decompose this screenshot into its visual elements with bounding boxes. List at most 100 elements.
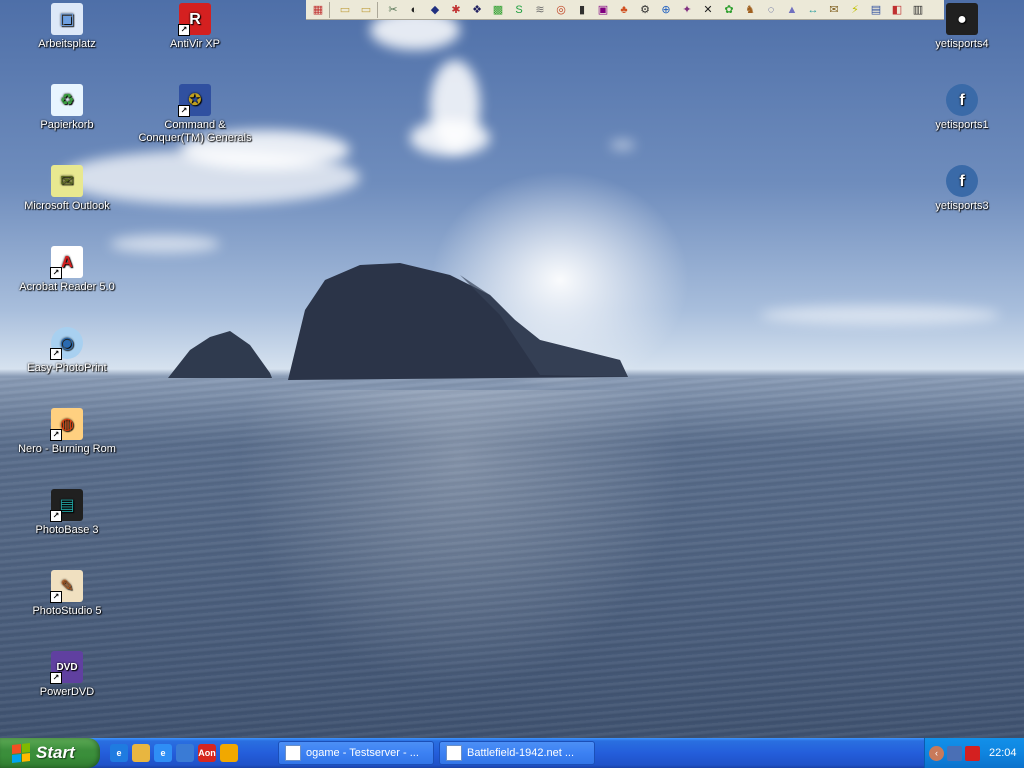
desktop-icon-label: yetisports4 — [935, 38, 989, 50]
task-ogame[interactable]: ogame - Testserver - ... — [278, 741, 434, 765]
toolbar-button[interactable]: ◆ — [425, 1, 445, 19]
desktop-icon-label: AntiVir XP — [170, 38, 220, 50]
toolbar-button[interactable]: ▮ — [572, 1, 592, 19]
media-player-icon[interactable] — [220, 744, 238, 762]
toolbar-button[interactable]: ◎ — [551, 1, 571, 19]
desktop-icon[interactable]: ✎ ↗ PhotoStudio 5 — [7, 570, 127, 618]
toolbar-button[interactable]: ❖ — [467, 1, 487, 19]
desktop-icon[interactable]: ◍ ↗ Nero - Burning Rom — [7, 408, 127, 456]
shortcut-arrow-icon: ↗ — [50, 672, 62, 684]
task-battlefield[interactable]: Battlefield-1942.net ... — [439, 741, 595, 765]
taskbar: Start e e Aon ogame - Testserver - ... Bat… — [0, 738, 1024, 768]
desktop-icon[interactable]: A ↗ Acrobat Reader 5.0 — [7, 246, 127, 294]
quick-launch: e e Aon — [110, 743, 238, 763]
windows-logo-icon — [12, 743, 30, 763]
desktop-icon-label: yetisports1 — [935, 119, 989, 131]
phone-icon[interactable] — [176, 744, 194, 762]
shortcut-arrow-icon: ↗ — [50, 591, 62, 603]
desktop-icon-label: Nero - Burning Rom — [18, 443, 116, 455]
cloud — [760, 305, 1000, 325]
desktop-icon[interactable]: ● yetisports4 — [902, 3, 1022, 51]
ie-icon[interactable]: e — [154, 744, 172, 762]
toolbar-button[interactable]: ✉ — [824, 1, 844, 19]
shortcut-arrow-icon: ↗ — [178, 105, 190, 117]
toolbar-button[interactable]: ▭ — [335, 1, 355, 19]
desktop-icon[interactable]: ◉ ↗ Easy-PhotoPrint — [7, 327, 127, 375]
toolbar-button[interactable]: ↔ — [803, 1, 823, 19]
photobase-icon: ▤ ↗ — [50, 489, 83, 522]
task-label: Battlefield-1942.net ... — [467, 747, 575, 759]
shortcut-arrow-icon: ↗ — [50, 267, 62, 279]
desktop-icon-label: Easy-PhotoPrint — [27, 362, 107, 374]
toolbar-button[interactable]: ▩ — [488, 1, 508, 19]
window-icon — [446, 745, 462, 761]
desktop-icon-label: Microsoft Outlook — [24, 200, 110, 212]
toolbar-button[interactable]: ✦ — [677, 1, 697, 19]
toolbar-button[interactable]: ✱ — [446, 1, 466, 19]
folder-icon[interactable] — [132, 744, 150, 762]
aon-icon[interactable]: Aon — [198, 744, 216, 762]
cloud — [410, 120, 490, 156]
desktop-icon-label: Papierkorb — [40, 119, 94, 131]
toolbar-button[interactable]: ▤ — [866, 1, 886, 19]
flash-icon: f — [946, 165, 978, 197]
computer-icon: ▣ — [51, 3, 83, 35]
toolbar-separator — [377, 1, 382, 18]
island — [168, 263, 628, 380]
desktop-icon[interactable]: DVD ↗ PowerDVD — [7, 651, 127, 699]
desktop-icon[interactable]: ♻ Papierkorb — [7, 84, 127, 132]
nero-icon: ◍ ↗ — [50, 408, 83, 441]
antivir-icon: R ↗ — [178, 3, 211, 36]
window-icon — [285, 745, 301, 761]
toolbar-button[interactable]: ⊕ — [656, 1, 676, 19]
command-conquer-icon: ✪ ↗ — [178, 84, 211, 117]
desktop-icon[interactable]: ✪ ↗ Command & Conquer(TM) Generals — [135, 84, 255, 145]
acrobat-icon: A ↗ — [50, 246, 83, 279]
desktop-icon[interactable]: ✉ Microsoft Outlook — [7, 165, 127, 213]
desktop-icon[interactable]: R ↗ AntiVir XP — [135, 3, 255, 51]
toolbar-button[interactable]: S — [509, 1, 529, 19]
toolbar-button[interactable]: ♣ — [614, 1, 634, 19]
toolbar-button[interactable]: ≋ — [530, 1, 550, 19]
toolbar-button[interactable]: ⚙ — [635, 1, 655, 19]
toolbar-button[interactable]: ✂ — [383, 1, 403, 19]
antivir-tray-icon[interactable] — [965, 745, 980, 761]
toolbar-button[interactable]: ✿ — [719, 1, 739, 19]
toolbar-button[interactable]: ◌ — [761, 1, 781, 19]
shortcut-arrow-icon: ↗ — [50, 429, 62, 441]
start-button[interactable]: Start — [0, 738, 100, 768]
powerdvd-icon: DVD ↗ — [50, 651, 83, 684]
top-toolbar: ▦ ▭ ▭ ✂ ◐ ◆ ✱ ❖ ▩ S ≋ ◎ ▮ ▣ ♣ ⚙ ⊕ ✦ ✕ ✿ ♞ ◌ ▲ ↔ ✉ ⚡ ▤ ◧ ▥ — [306, 0, 944, 20]
desktop-icon[interactable]: ▣ Arbeitsplatz — [7, 3, 127, 51]
shortcut-arrow-icon: ↗ — [178, 24, 190, 36]
desktop-icon[interactable]: f yetisports3 — [902, 165, 1022, 213]
shortcut-arrow-icon: ↗ — [50, 348, 62, 360]
system-tray: ‹ 22:04 — [924, 738, 1024, 768]
ie-icon[interactable]: e — [110, 744, 128, 762]
desktop-icon[interactable]: f yetisports1 — [902, 84, 1022, 132]
clock[interactable]: 22:04 — [989, 747, 1017, 759]
cloud — [610, 140, 635, 150]
desktop-icon-label: PhotoBase 3 — [35, 524, 99, 536]
toolbar-button[interactable]: ◐ — [404, 1, 424, 19]
toolbar-button[interactable]: ▣ — [593, 1, 613, 19]
desktop-icon[interactable]: ▤ ↗ PhotoBase 3 — [7, 489, 127, 537]
desktop-icon-label: yetisports3 — [935, 200, 989, 212]
toolbar-separator — [329, 1, 334, 18]
desktop-icon-label: Acrobat Reader 5.0 — [19, 281, 115, 293]
network-icon[interactable] — [947, 745, 962, 761]
toolbar-button[interactable]: ⚡ — [845, 1, 865, 19]
flash-icon: f — [946, 84, 978, 116]
toolbar-button[interactable]: ▭ — [356, 1, 376, 19]
penguin-icon: ● — [946, 3, 978, 35]
toolbar-button[interactable]: ▲ — [782, 1, 802, 19]
start-label: Start — [36, 743, 75, 762]
toolbar-button[interactable]: ✕ — [698, 1, 718, 19]
recycle-bin-icon: ♻ — [51, 84, 83, 116]
toolbar-button[interactable]: ♞ — [740, 1, 760, 19]
toolbar-button[interactable]: ▦ — [308, 1, 328, 19]
desktop-icon-label: Arbeitsplatz — [38, 38, 96, 50]
photostudio-icon: ✎ ↗ — [50, 570, 83, 603]
show-hidden-icons-chevron-icon[interactable]: ‹ — [929, 745, 944, 761]
shortcut-arrow-icon: ↗ — [50, 510, 62, 522]
